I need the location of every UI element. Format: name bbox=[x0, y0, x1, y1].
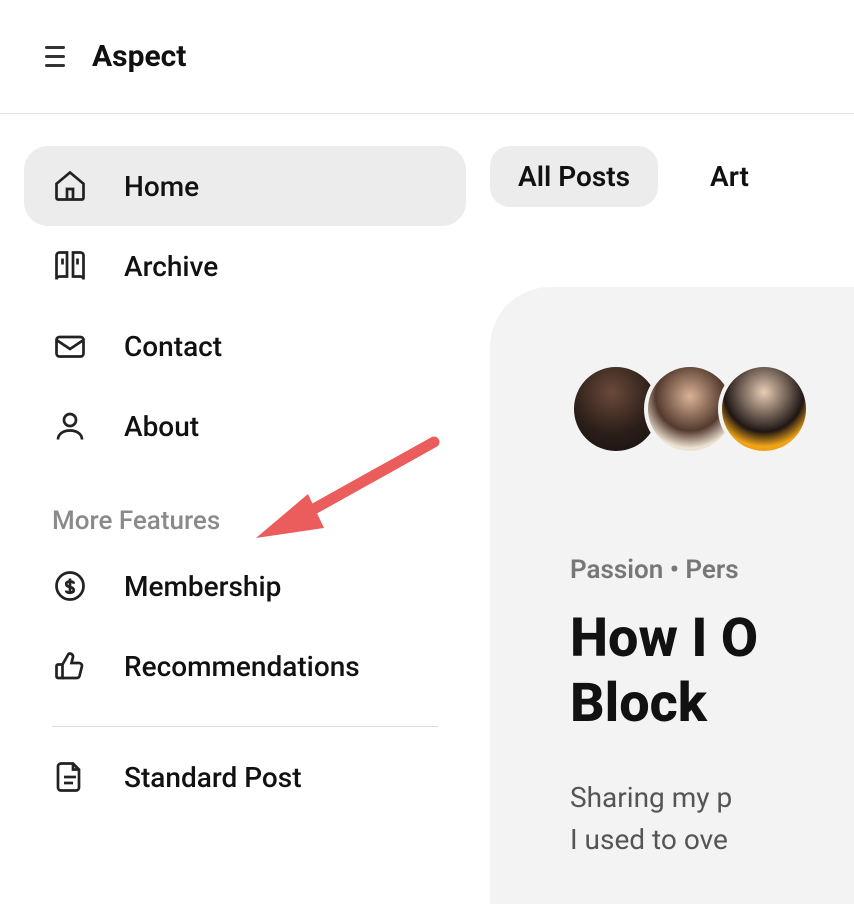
post-tags: Passion • Pers bbox=[570, 555, 854, 585]
sidebar: Home Archive Contact About More Features bbox=[0, 114, 490, 904]
sidebar-section-label: More Features bbox=[24, 466, 466, 546]
post-title: How I O Block bbox=[570, 607, 854, 737]
avatars-group bbox=[570, 363, 854, 455]
sidebar-item-about[interactable]: About bbox=[24, 386, 466, 466]
tab-all-posts[interactable]: All Posts bbox=[490, 146, 658, 207]
sidebar-item-standard-post[interactable]: Standard Post bbox=[24, 737, 466, 817]
main-content: All Posts Art Passion • Pers How I O Blo… bbox=[490, 114, 854, 904]
sidebar-item-recommendations[interactable]: Recommendations bbox=[24, 626, 466, 706]
sidebar-divider bbox=[52, 726, 438, 727]
document-icon bbox=[52, 759, 88, 795]
tab-art[interactable]: Art bbox=[682, 146, 777, 207]
thumbs-up-icon bbox=[52, 648, 88, 684]
sidebar-item-label: Membership bbox=[124, 570, 281, 603]
brand-name: Aspect bbox=[92, 39, 186, 74]
sidebar-item-label: Recommendations bbox=[124, 650, 360, 683]
mail-icon bbox=[52, 328, 88, 364]
sidebar-item-label: Contact bbox=[124, 330, 222, 363]
sidebar-item-archive[interactable]: Archive bbox=[24, 226, 466, 306]
sidebar-item-label: Standard Post bbox=[124, 761, 302, 794]
sidebar-item-contact[interactable]: Contact bbox=[24, 306, 466, 386]
sidebar-item-label: Home bbox=[124, 170, 199, 203]
post-excerpt: Sharing my p I used to ove bbox=[570, 777, 854, 861]
avatar bbox=[718, 363, 810, 455]
user-icon bbox=[52, 408, 88, 444]
sidebar-item-label: Archive bbox=[124, 250, 218, 283]
home-icon bbox=[52, 168, 88, 204]
menu-button[interactable] bbox=[28, 46, 56, 68]
book-icon bbox=[52, 248, 88, 284]
sidebar-item-membership[interactable]: Membership bbox=[24, 546, 466, 626]
dollar-circle-icon bbox=[52, 568, 88, 604]
sidebar-item-home[interactable]: Home bbox=[24, 146, 466, 226]
post-card[interactable]: Passion • Pers How I O Block Sharing my … bbox=[490, 287, 854, 904]
sidebar-item-label: About bbox=[124, 410, 199, 443]
